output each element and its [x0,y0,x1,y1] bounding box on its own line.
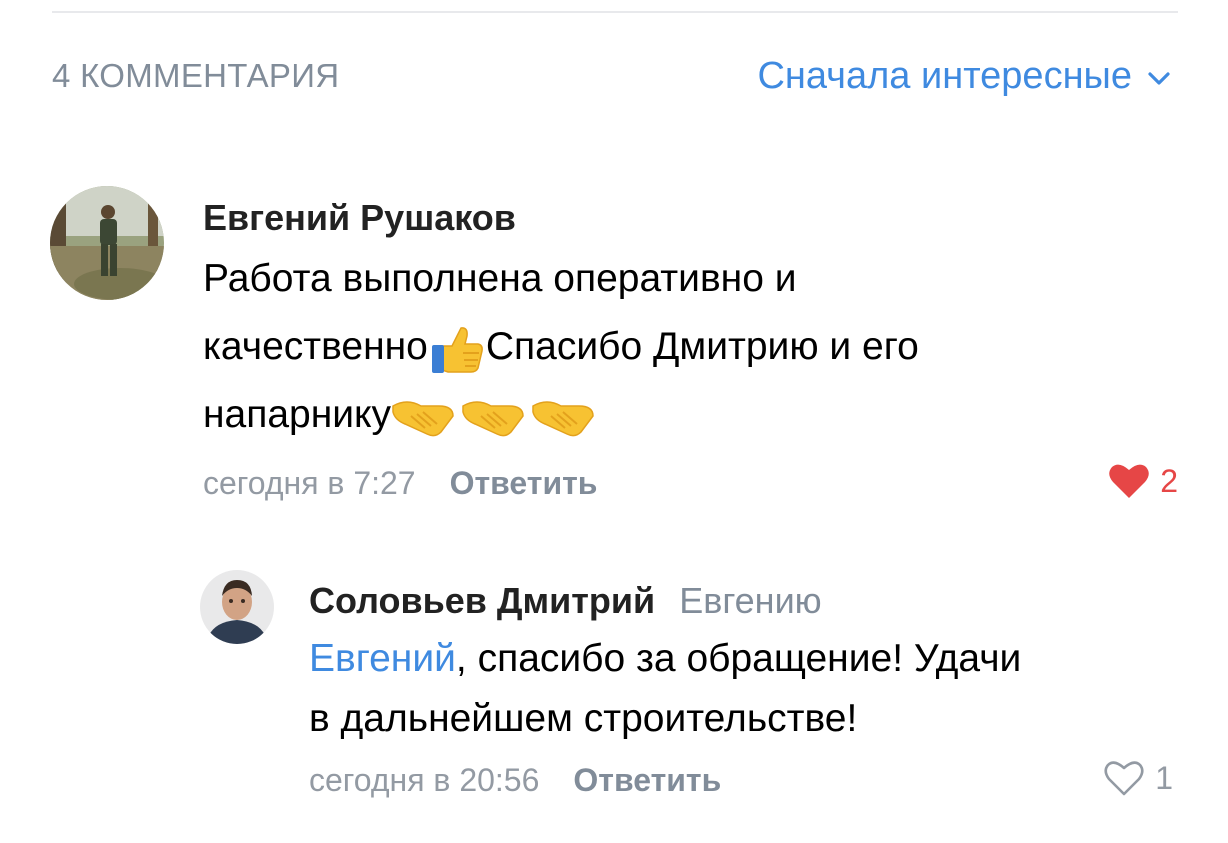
reply-to[interactable]: Евгению [679,580,822,621]
handshake-icon [462,400,524,437]
comment-text: Евгений, спасибо за обращение! Удачи в д… [309,629,1021,749]
comment-meta: сегодня в 20:56 Ответить [309,762,721,799]
text-line: в дальнейшем строительстве! [309,697,858,740]
reply-button[interactable]: Ответить [573,762,721,798]
reply-button[interactable]: Ответить [450,465,598,501]
top-divider [52,11,1178,13]
text-line: качественно Спасибо Дмитрию и его [203,313,919,381]
text-line: Работа выполнена оперативно и [203,257,797,300]
comments-count: 4 КОММЕНТАРИЯ [52,57,340,94]
text-line: Евгений, спасибо за обращение! Удачи [309,637,1022,680]
comment-time: сегодня в 20:56 [309,762,540,798]
heart-outline-icon [1104,761,1144,796]
comment-author: Соловьев Дмитрий Евгению [309,580,822,622]
text-line: напарнику [203,381,919,449]
like-count: 1 [1155,759,1173,796]
comment-time: сегодня в 7:27 [203,465,416,501]
heart-filled-icon [1109,464,1149,498]
like-count: 2 [1160,462,1178,499]
like-button[interactable]: 2 [1108,462,1178,500]
handshake-icon [392,400,454,437]
handshake-icon [532,400,594,437]
like-button[interactable]: 1 [1103,759,1173,797]
comment-meta: сегодня в 7:27 Ответить [203,465,597,502]
avatar-photo [200,570,274,644]
sort-label: Сначала интересные [757,55,1132,97]
comment-author[interactable]: Евгений Рушаков [203,197,516,239]
avatar[interactable] [50,186,164,300]
comment-text: Работа выполнена оперативно и качественн… [203,245,919,449]
avatar[interactable] [200,570,274,644]
sort-dropdown[interactable]: Сначала интересные [757,55,1170,98]
author-name[interactable]: Соловьев Дмитрий [309,580,655,621]
avatar-photo [50,186,164,300]
mention-link[interactable]: Евгений [309,637,456,680]
thumbs-up-icon [431,326,483,373]
chevron-down-icon [1148,71,1170,85]
